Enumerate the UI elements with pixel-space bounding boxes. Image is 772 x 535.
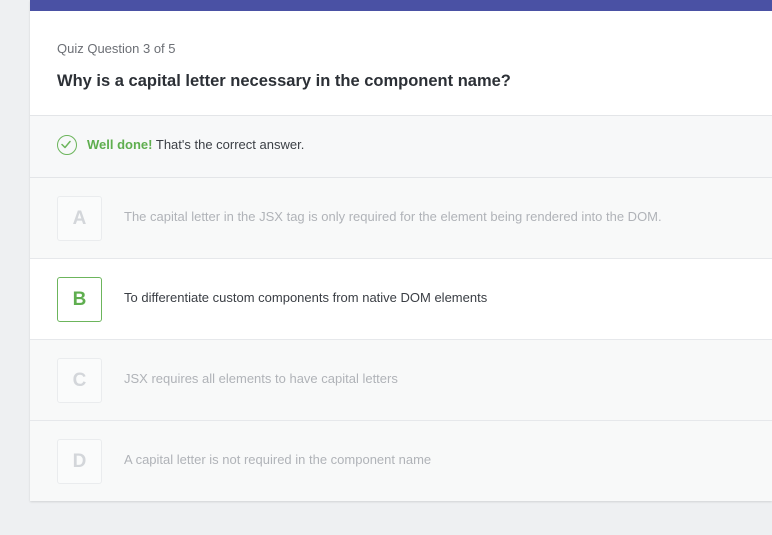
answer-option-d[interactable]: D A capital letter is not required in th… xyxy=(30,421,772,501)
question-header: Quiz Question 3 of 5 Why is a capital le… xyxy=(30,11,772,116)
feedback-banner: Well done! That's the correct answer. xyxy=(30,116,772,178)
feedback-message: Well done! That's the correct answer. xyxy=(87,137,304,152)
option-letter: C xyxy=(57,358,102,403)
feedback-text: That's the correct answer. xyxy=(155,137,305,152)
answer-option-c[interactable]: C JSX requires all elements to have capi… xyxy=(30,340,772,421)
check-circle-icon xyxy=(57,135,77,155)
option-letter: A xyxy=(57,196,102,241)
option-text: A capital letter is not required in the … xyxy=(124,452,432,467)
question-counter: Quiz Question 3 of 5 xyxy=(57,41,176,56)
option-letter: B xyxy=(57,277,102,322)
option-text: JSX requires all elements to have capita… xyxy=(124,371,398,386)
quiz-card: Quiz Question 3 of 5 Why is a capital le… xyxy=(30,0,772,501)
feedback-strong: Well done! xyxy=(87,137,153,152)
option-letter: D xyxy=(57,439,102,484)
answer-option-b[interactable]: B To differentiate custom components fro… xyxy=(30,259,772,340)
option-text: The capital letter in the JSX tag is onl… xyxy=(124,209,662,224)
option-text: To differentiate custom components from … xyxy=(124,290,488,305)
question-title: Why is a capital letter necessary in the… xyxy=(57,72,511,90)
top-bar xyxy=(30,0,772,11)
answer-option-a[interactable]: A The capital letter in the JSX tag is o… xyxy=(30,178,772,259)
